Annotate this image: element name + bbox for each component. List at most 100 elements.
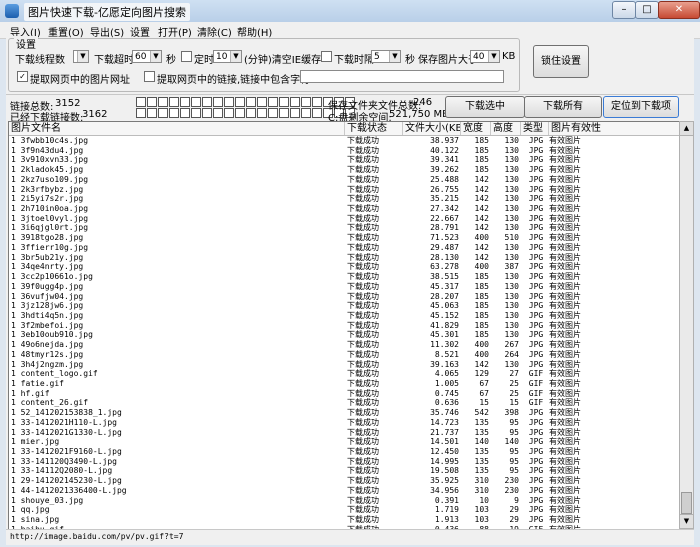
scroll-up-icon[interactable]: ▲ — [680, 122, 693, 136]
cell-type: JPG — [528, 242, 544, 252]
cell-filename: 1 33-1412021H110-L.jpg — [11, 417, 117, 427]
table-row[interactable]: 1 2kz7uso109.jpg 下载成功 25.488 142 130 JPG 有效图片 — [9, 175, 679, 185]
lock-settings-button[interactable]: 锁住设置 — [533, 45, 589, 78]
table-row[interactable]: 1 3i6qjgl0rt.jpg 下载成功 28.791 142 130 JPG 有效图片 — [9, 223, 679, 233]
thread-slot — [147, 97, 157, 107]
cell-height: 25 — [509, 378, 519, 388]
cell-size: 40.122 — [430, 145, 459, 155]
table-row[interactable]: 1 33-14112Q2080-L.jpg 下载成功 19.508 135 95 JPG 有… — [9, 466, 679, 476]
maximize-button[interactable]: □ — [635, 1, 659, 19]
menu-open[interactable]: 打开(P) — [158, 24, 192, 39]
cell-size: 14.995 — [430, 456, 459, 466]
menu-export[interactable]: 导出(S) — [90, 24, 124, 39]
table-row[interactable]: 1 content_26.gif 下载成功 0.636 15 15 GIF 有效图片 — [9, 398, 679, 408]
table-row[interactable]: 1 3cc2p10661o.jpg 下载成功 38.515 185 130 JPG 有效图片 — [9, 272, 679, 282]
extract-page-checkbox[interactable]: ✓ — [17, 71, 28, 82]
table-row[interactable]: 1 3fwbb10c4s.jpg 下载成功 38.937 185 130 JPG 有效图片 — [9, 136, 679, 146]
table-row[interactable]: 1 mier.jpg 下载成功 14.501 140 140 JPG 有效图片 — [9, 437, 679, 447]
col-header-type[interactable]: 类型 — [521, 122, 549, 135]
table-row[interactable]: 1 3jtoel0vyl.jpg 下载成功 22.667 142 130 JPG 有效图片 — [9, 214, 679, 224]
table-row[interactable]: 1 29-141202145230-L.jpg 下载成功 35.925 310 230 J… — [9, 476, 679, 486]
table-row[interactable]: 1 33-141120Q3490-L.jpg 下载成功 14.995 135 95 JPG… — [9, 457, 679, 467]
close-button[interactable]: ✕ — [658, 1, 700, 19]
cell-height: 510 — [504, 233, 519, 243]
cell-width: 140 — [474, 437, 489, 447]
cell-size: 29.487 — [430, 242, 459, 252]
cell-width: 185 — [474, 320, 489, 330]
table-row[interactable]: 1 fatie.gif 下载成功 1.005 67 25 GIF 有效图片 — [9, 379, 679, 389]
cell-filename: 1 3f9n43du4.jpg — [11, 145, 84, 155]
cell-status: 下载成功 — [347, 447, 379, 456]
table-row[interactable]: 1 2i5yi7s2r.jpg 下载成功 35.215 142 130 JPG 有效图片 — [9, 194, 679, 204]
menu-reset[interactable]: 重置(O) — [48, 24, 84, 39]
locate-download-button[interactable]: 定位到下载项 — [603, 96, 679, 118]
table-row[interactable]: 1 shouye_03.jpg 下载成功 0.391 10 9 JPG 有效图片 — [9, 496, 679, 506]
interval-checkbox[interactable] — [321, 51, 332, 62]
table-row[interactable]: 1 48tmyr12s.jpg 下载成功 8.521 400 264 JPG 有效图片 — [9, 350, 679, 360]
vertical-scrollbar[interactable]: ▲ ▼ — [679, 121, 694, 529]
col-header-status[interactable]: 下载状态 — [345, 122, 403, 135]
timeout-label: 下载超时 — [94, 55, 134, 66]
table-row[interactable]: 1 3br5ub21y.jpg 下载成功 28.130 142 130 JPG 有效图片 — [9, 253, 679, 263]
cell-size: 26.755 — [430, 184, 459, 194]
table-row[interactable]: 1 3jz128jw6.jpg 下载成功 45.063 185 130 JPG 有效图片 — [9, 301, 679, 311]
cell-validity: 有效图片 — [549, 155, 581, 165]
table-row[interactable]: 1 34qe4nrty.jpg 下载成功 63.278 400 387 JPG 有效图片 — [9, 262, 679, 272]
table-row[interactable]: 1 36vufjw04.jpg 下载成功 28.207 185 130 JPG 有效图片 — [9, 292, 679, 302]
cell-validity: 有效图片 — [549, 301, 581, 311]
table-row[interactable]: 1 3ffierr10g.jpg 下载成功 29.487 142 130 JPG 有效图片 — [9, 243, 679, 253]
scroll-thumb[interactable] — [681, 492, 692, 514]
table-header: 图片文件名 下载状态 文件大小(KB) 宽度 高度 类型 图片有效性 — [9, 122, 679, 136]
timer-checkbox[interactable] — [181, 51, 192, 62]
table-row[interactable]: 1 content_logo.gif 下载成功 4.065 129 27 GIF 有效图片 — [9, 369, 679, 379]
table-row[interactable]: 1 3f9n43du4.jpg 下载成功 40.122 185 130 JPG 有效图片 — [9, 146, 679, 156]
table-row[interactable]: 1 3hdti4q5n.jpg 下载成功 45.152 185 130 JPG 有效图片 — [9, 311, 679, 321]
cell-status: 下载成功 — [347, 242, 379, 252]
menu-settings[interactable]: 设置 — [130, 24, 150, 39]
table-row[interactable]: 1 39f0ugg4p.jpg 下载成功 45.317 185 130 JPG 有效图片 — [9, 282, 679, 292]
extract-link-checkbox[interactable] — [144, 71, 155, 82]
table-row[interactable]: 1 33-1412021G1330-L.jpg 下载成功 21.737 135 95 JP… — [9, 428, 679, 438]
timer-select[interactable]: 10 ▼ — [213, 50, 242, 63]
table-row[interactable]: 1 52_141202153838_1.jpg 下载成功 35.746 542 398 J… — [9, 408, 679, 418]
threads-select[interactable]: 10▼ — [73, 50, 89, 63]
table-row[interactable]: 1 3h4j2ngzm.jpg 下载成功 39.163 142 130 JPG 有效图片 — [9, 360, 679, 370]
table-row[interactable]: 1 hf.gif 下载成功 0.745 67 25 GIF 有效图片 — [9, 389, 679, 399]
interval-select[interactable]: 5 ▼ — [371, 50, 401, 63]
table-row[interactable]: 1 2k3rfbybz.jpg 下载成功 26.755 142 130 JPG 有效图片 — [9, 185, 679, 195]
col-header-size[interactable]: 文件大小(KB) — [403, 122, 461, 135]
download-table[interactable]: 图片文件名 下载状态 文件大小(KB) 宽度 高度 类型 图片有效性 1 3fw… — [8, 121, 680, 531]
table-row[interactable]: 1 qq.jpg 下载成功 1.719 103 29 JPG 有效图片 — [9, 505, 679, 515]
table-row[interactable]: 1 33-1412021F9160-L.jpg 下载成功 12.450 135 95 JP… — [9, 447, 679, 457]
timeout-select[interactable]: 60 ▼ — [132, 50, 162, 63]
col-header-filename[interactable]: 图片文件名 — [9, 122, 345, 135]
download-all-button[interactable]: 下载所有 — [524, 96, 602, 118]
cell-width: 400 — [474, 262, 489, 272]
cell-filename: 1 content_26.gif — [11, 398, 89, 408]
table-row[interactable]: 1 44-1412021336400-L.jpg 下载成功 34.956 310 230… — [9, 486, 679, 496]
table-row[interactable]: 1 2h710in0oa.jpg 下载成功 27.342 142 130 JPG 有效图片 — [9, 204, 679, 214]
cell-size: 39.262 — [430, 165, 459, 175]
cell-filename: 1 3br5ub21y.jpg — [11, 252, 84, 262]
table-row[interactable]: 1 sina.jpg 下载成功 1.913 103 29 JPG 有效图片 — [9, 515, 679, 525]
table-row[interactable]: 1 3eb10oub910.jpg 下载成功 45.301 185 130 JPG 有效图片 — [9, 330, 679, 340]
table-row[interactable]: 1 33-1412021H110-L.jpg 下载成功 14.723 135 95 JPG… — [9, 418, 679, 428]
cell-filename: 1 33-141120Q3490-L.jpg — [11, 456, 117, 466]
cell-filename: 1 29-141202145230-L.jpg — [11, 476, 122, 486]
menu-help[interactable]: 帮助(H) — [237, 24, 272, 39]
scroll-down-icon[interactable]: ▼ — [680, 514, 693, 528]
table-row[interactable]: 1 3v910xvn33.jpg 下载成功 39.341 185 130 JPG 有效图片 — [9, 155, 679, 165]
table-row[interactable]: 1 49o6nejda.jpg 下载成功 11.302 400 267 JPG 有效图片 — [9, 340, 679, 350]
col-header-width[interactable]: 宽度 — [461, 122, 491, 135]
menu-clear[interactable]: 清除(C) — [197, 24, 232, 39]
cell-width: 542 — [474, 408, 489, 418]
extract-link-input[interactable] — [300, 70, 504, 83]
col-header-height[interactable]: 高度 — [491, 122, 521, 135]
download-selected-button[interactable]: 下载选中 — [445, 96, 525, 118]
table-row[interactable]: 1 2kladok45.jpg 下载成功 39.262 185 130 JPG 有效图片 — [9, 165, 679, 175]
minimize-button[interactable]: – — [612, 1, 636, 19]
table-row[interactable]: 1 3f2mbefoi.jpg 下载成功 41.829 185 130 JPG 有效图片 — [9, 321, 679, 331]
col-header-validity[interactable]: 图片有效性 — [549, 122, 679, 135]
minsize-select[interactable]: 40 ▼ — [470, 50, 500, 63]
table-row[interactable]: 1 3918tgo28.jpg 下载成功 71.523 400 510 JPG 有效图片 — [9, 233, 679, 243]
